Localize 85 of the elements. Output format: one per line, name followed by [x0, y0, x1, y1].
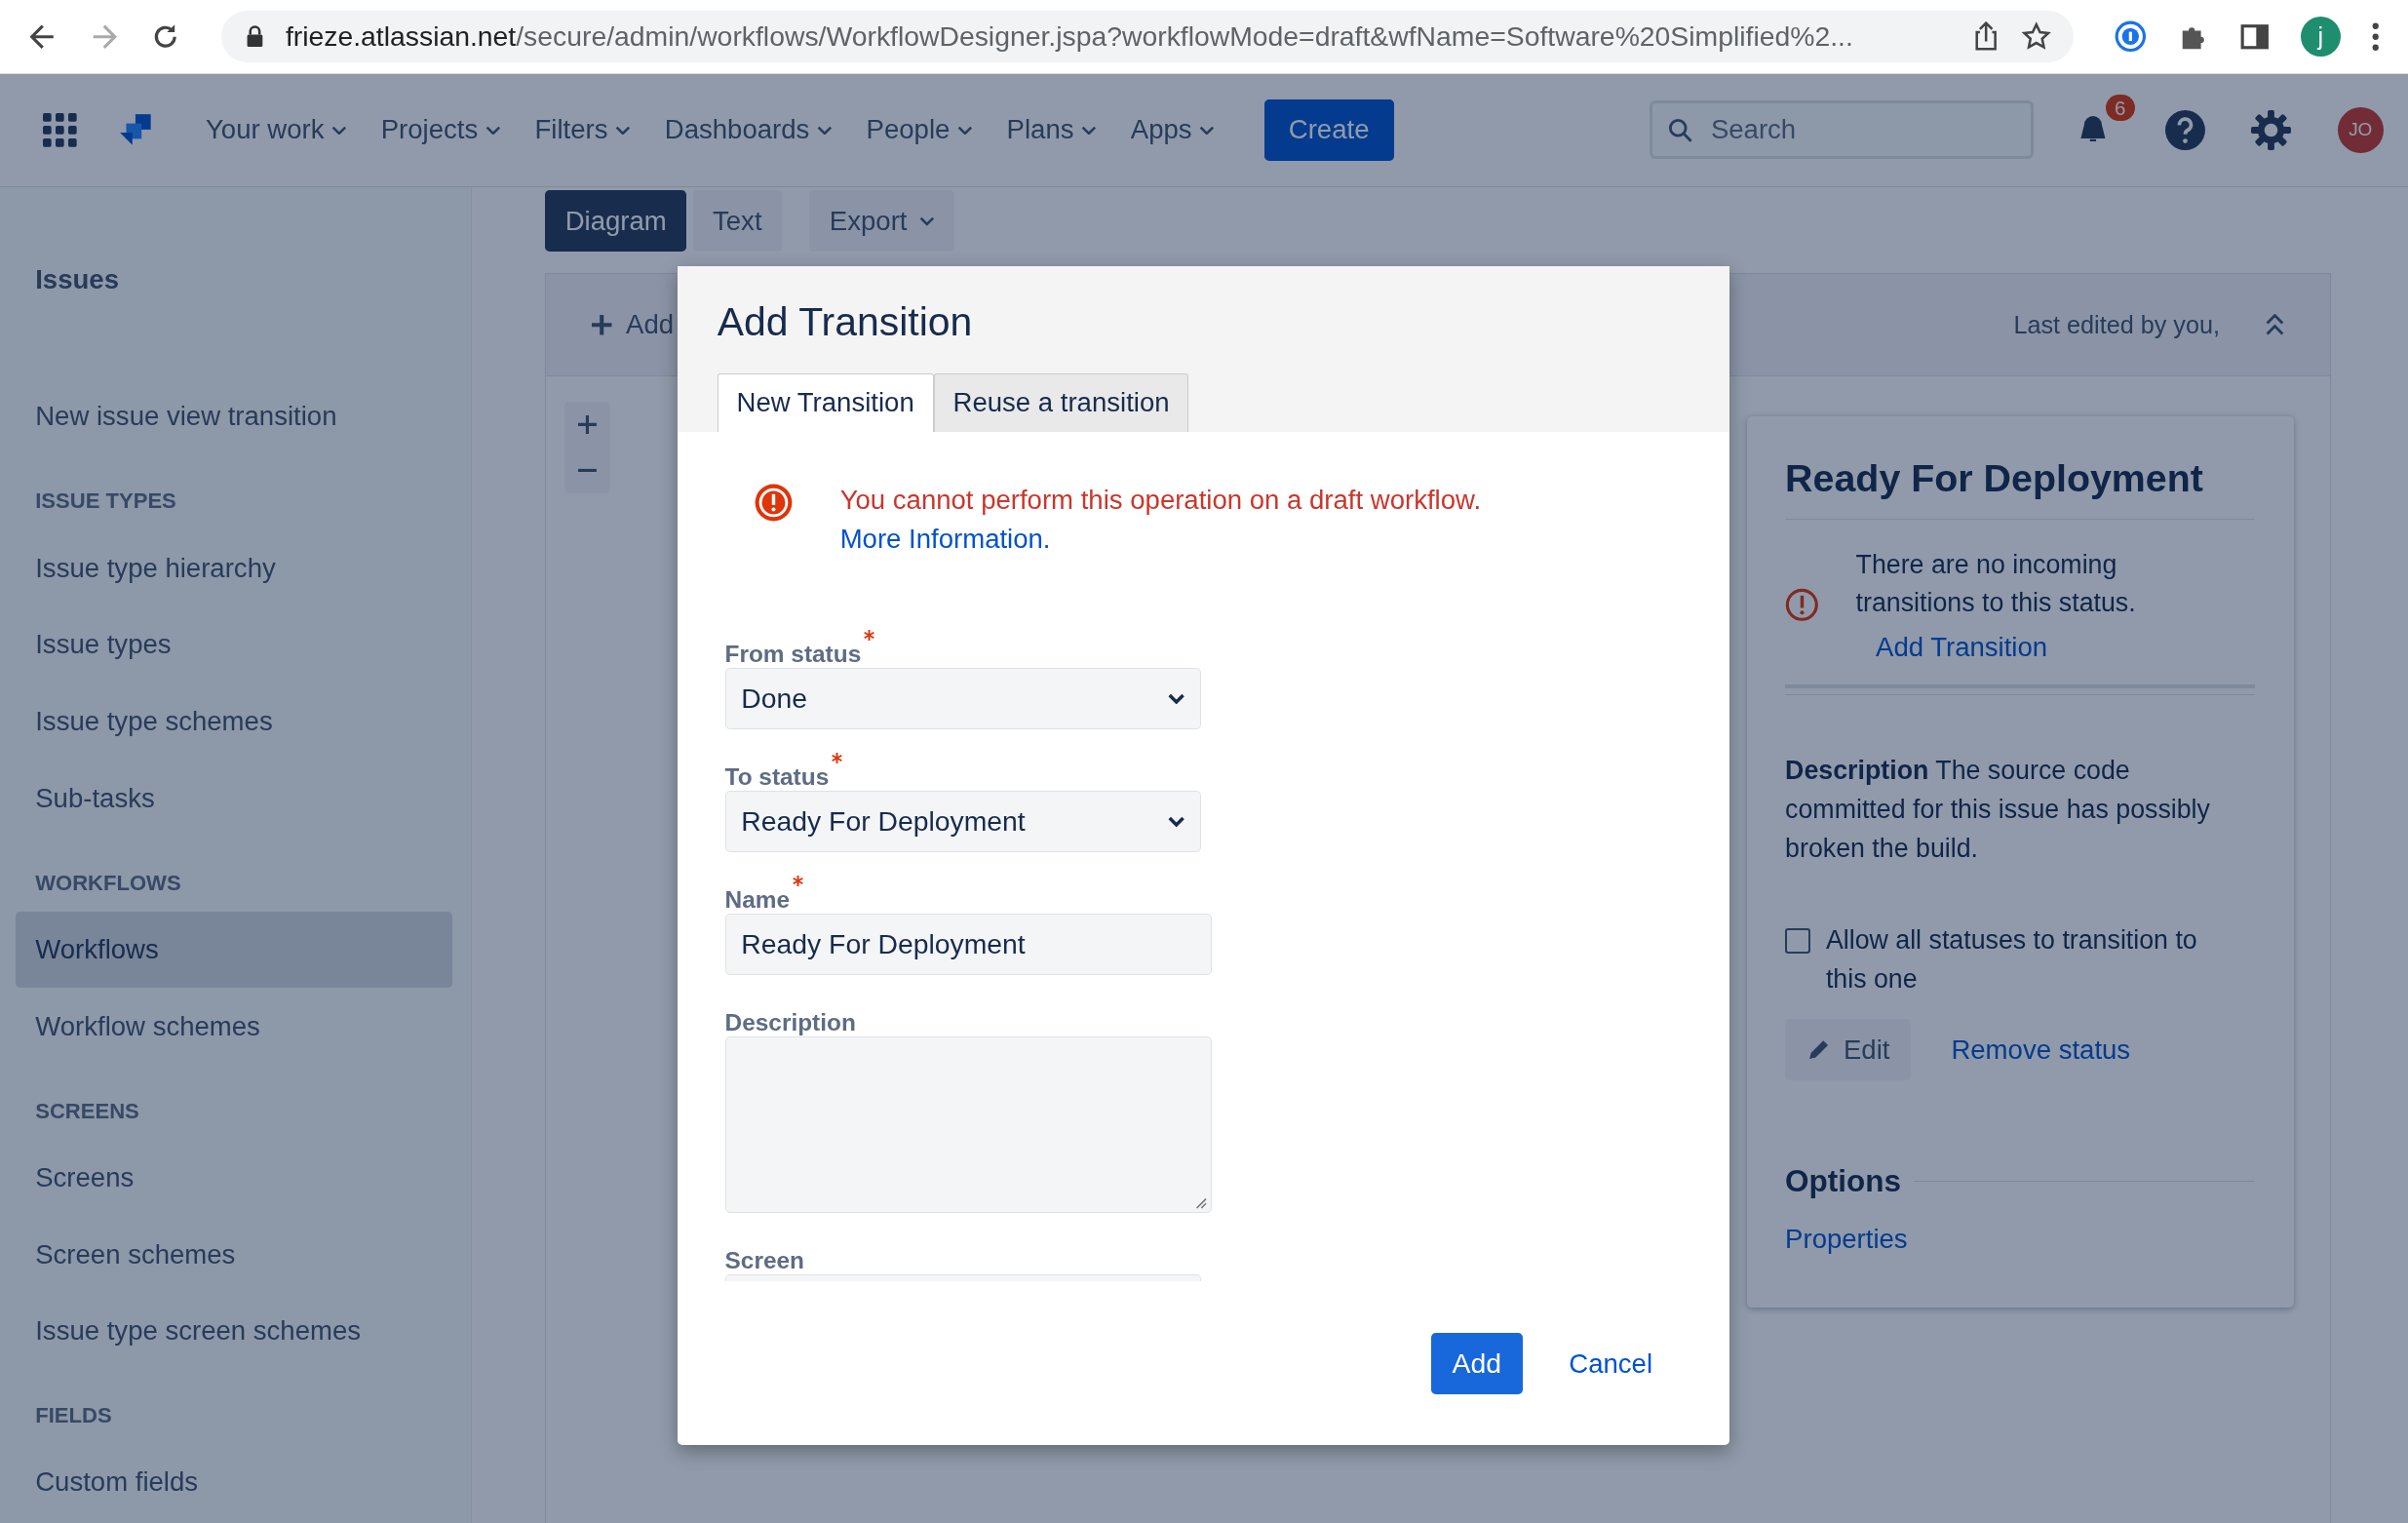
lock-icon [246, 25, 264, 48]
edit-button[interactable]: Edit [1785, 1019, 1912, 1080]
notification-badge: 6 [2105, 95, 2135, 122]
nav-menu[interactable]: Filters [522, 104, 643, 155]
nav-menu[interactable]: Plans [994, 104, 1109, 155]
checkbox[interactable] [1785, 928, 1811, 955]
section-heading: FIELDS [34, 1403, 113, 1429]
view-tab[interactable]: Text [692, 190, 783, 253]
resize-grip-icon [1195, 1196, 1208, 1210]
options-heading: Options [1785, 1163, 1902, 1200]
zoom-in-icon[interactable] [578, 414, 598, 434]
field-label: Name [724, 886, 790, 915]
dialog-tab[interactable]: New Transition [717, 372, 934, 432]
status-title: Ready For Deployment [1785, 456, 2256, 521]
select-field[interactable]: Done [724, 668, 1201, 730]
sidebar-item[interactable]: Issue types [15, 605, 452, 683]
settings-icon[interactable] [2251, 109, 2292, 150]
sidebar-item[interactable]: Sub-tasks [15, 760, 452, 838]
chevron-down-icon [817, 125, 833, 136]
sidebar-item[interactable]: Issue type schemes [15, 683, 452, 761]
chevron-down-icon [485, 125, 501, 136]
view-tab[interactable]: Diagram [545, 190, 687, 253]
menu-icon[interactable] [2371, 20, 2381, 53]
nav-menu[interactable]: Your work [193, 104, 360, 155]
add-button[interactable]: Add [592, 303, 675, 347]
chevron-down-icon [957, 125, 973, 136]
warning-icon [1785, 587, 1819, 622]
chevron-down-icon [1167, 816, 1185, 828]
nav-menu[interactable]: Dashboards [652, 104, 845, 155]
profile-avatar[interactable]: j [2300, 16, 2341, 57]
select-field[interactable] [724, 1274, 1201, 1281]
remove-status-link[interactable]: Remove status [1951, 1034, 2131, 1066]
error-icon [754, 482, 795, 523]
field-label: Screen [724, 1247, 804, 1275]
section-heading: WORKFLOWS [34, 870, 182, 896]
sidebar-item[interactable]: Workflows [15, 911, 452, 989]
star-icon[interactable] [2021, 20, 2052, 53]
dialog-title: Add Transition [717, 299, 974, 346]
chevron-down-icon [919, 216, 935, 226]
sidebar-item[interactable]: Custom fields [15, 1444, 452, 1521]
sidebar-item[interactable]: Workflow schemes [15, 988, 452, 1066]
field-label: To status [724, 763, 830, 792]
search-icon [1667, 117, 1693, 142]
more-information-link[interactable]: More Information. [839, 524, 1051, 555]
text-field[interactable]: Ready For Deployment [724, 914, 1212, 976]
help-icon[interactable] [2165, 109, 2206, 150]
chevron-down-icon [1167, 693, 1185, 705]
search-field[interactable]: Search [1650, 100, 2034, 160]
sidebar-item[interactable]: Issue type hierarchy [15, 529, 452, 606]
field-label: Description [724, 1009, 856, 1037]
sidebar-item[interactable]: New issue view transition [15, 378, 452, 455]
chevron-down-icon [1081, 125, 1098, 136]
sidebar-item[interactable]: Screens [15, 1139, 452, 1217]
sidebar-item[interactable]: Screen schemes [15, 1216, 452, 1293]
chevron-down-icon [1199, 125, 1216, 136]
add-transition-link[interactable]: Add Transition [1876, 632, 2048, 664]
nav-menu[interactable]: Apps [1118, 104, 1227, 155]
add-button[interactable]: Add [1430, 1333, 1524, 1395]
checkbox-label: Allow all statuses to transition to this one [1825, 924, 2198, 996]
collapse-icon[interactable] [2266, 314, 2285, 336]
textarea-field[interactable] [724, 1036, 1212, 1214]
select-field[interactable]: Ready For Deployment [724, 791, 1201, 853]
error-message: You cannot perform this operation on a draft workflow. More Information. [839, 484, 1483, 557]
address-bar[interactable]: frieze.atlassian.net/secure/admin/workflows/WorkflowDesigner.jspa?workflowMode=draft&wfName=Software%20Simplified%2... [220, 10, 2074, 63]
app-switcher-icon[interactable] [43, 113, 77, 147]
field-label: From status [724, 641, 862, 669]
sidebar-title: Issues [34, 263, 120, 295]
chevron-down-icon [615, 125, 632, 136]
properties-link[interactable]: Properties [1785, 1224, 1908, 1256]
export-button[interactable]: Export [809, 190, 955, 253]
section-heading: ISSUE TYPES [34, 488, 177, 515]
dialog-tab[interactable]: Reuse a transition [933, 372, 1189, 432]
url-text: frieze.atlassian.net/secure/admin/workflows/WorkflowDesigner.jspa?workflowMode=draft&wfName=Software%20Simplified%2... [285, 20, 1854, 53]
sidebar-item[interactable]: Issue type screen schemes [15, 1292, 452, 1370]
status-description: Description The source code committed for this issue has possibly broken the build. [1785, 694, 2256, 869]
nav-menu[interactable]: People [853, 104, 986, 155]
plus-icon [592, 315, 612, 335]
section-heading: SCREENS [34, 1098, 140, 1124]
create-button[interactable]: Create [1263, 98, 1394, 161]
last-edited-text: Last edited by you, [2013, 310, 2220, 339]
cancel-link[interactable]: Cancel [1569, 1333, 1653, 1395]
warning-text: There are no incoming transitions to this status. [1855, 548, 2137, 620]
chevron-down-icon [331, 125, 348, 136]
nav-menu[interactable]: Projects [369, 104, 514, 155]
user-avatar[interactable]: JO [2337, 106, 2384, 153]
